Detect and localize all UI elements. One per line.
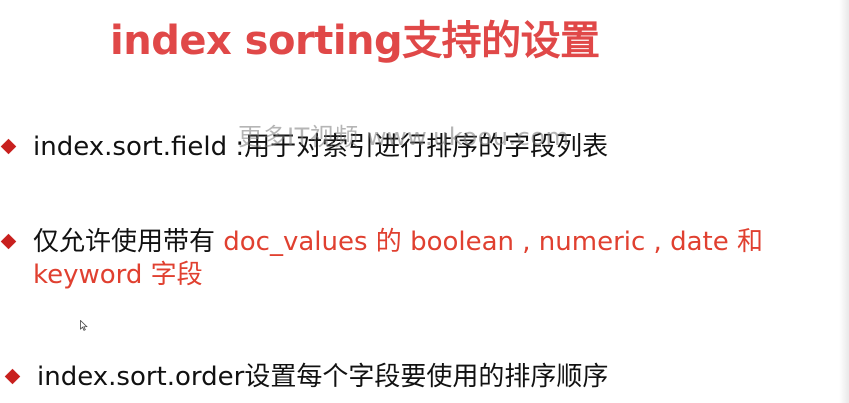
mouse-pointer-icon (80, 320, 88, 331)
slide: index sorting支持的设置 index.sort.field :用于对… (0, 0, 849, 403)
bullet-text: index.sort.order设置每个字段要使用的排序顺序 (37, 362, 609, 392)
bullet-text-line1: 仅允许使用带有 doc_values 的 boolean , numeric ,… (33, 225, 763, 259)
watermark-text: 更多IT视频 www.ukoou.com (238, 123, 570, 151)
slide-edge-shadow (839, 0, 849, 403)
diamond-bullet-icon (4, 368, 21, 385)
bullet-text-highlight: doc_values 的 boolean , numeric , date 和 (223, 227, 763, 257)
bullet-text-line2: keyword 字段 (33, 260, 203, 290)
slide-title: index sorting支持的设置 (110, 18, 600, 64)
diamond-bullet-icon (0, 233, 17, 250)
bullet-text-prefix: 仅允许使用带有 (33, 227, 224, 257)
diamond-bullet-icon (0, 138, 17, 155)
